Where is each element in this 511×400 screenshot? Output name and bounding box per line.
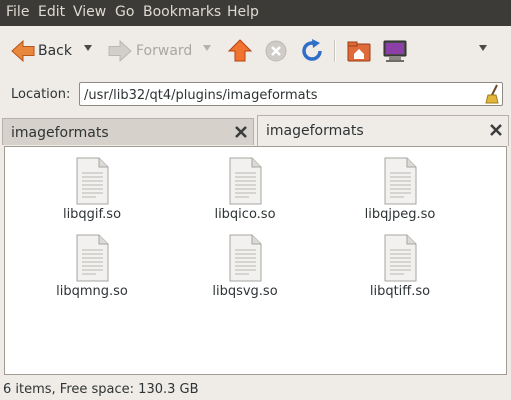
file-name: libqtiff.so bbox=[369, 284, 431, 299]
tab-imageformats-1[interactable]: imageformats bbox=[2, 118, 254, 145]
forward-arrow-icon bbox=[108, 39, 132, 63]
status-bar: 6 items, Free space: 130.3 GB bbox=[0, 378, 511, 400]
back-arrow-icon bbox=[11, 39, 35, 63]
overflow-dropdown-icon[interactable] bbox=[479, 45, 487, 51]
file-name: libqsvg.so bbox=[212, 284, 278, 299]
file-item[interactable]: libqjpeg.so bbox=[340, 157, 460, 227]
tab-imageformats-2[interactable]: imageformats bbox=[257, 115, 509, 146]
text-file-icon bbox=[384, 157, 417, 205]
tab-bar: imageformats imageformats bbox=[0, 115, 511, 146]
menu-go[interactable]: Go bbox=[115, 4, 134, 20]
close-icon[interactable] bbox=[489, 123, 503, 137]
tab-label: imageformats bbox=[11, 125, 109, 141]
stop-icon bbox=[265, 40, 287, 62]
close-icon[interactable] bbox=[234, 125, 248, 139]
menu-help[interactable]: Help bbox=[227, 4, 259, 20]
forward-history-dropdown-icon bbox=[203, 45, 211, 51]
file-item[interactable]: libqmng.so bbox=[32, 234, 152, 304]
home-folder-icon[interactable] bbox=[346, 38, 372, 64]
toolbar-separator bbox=[334, 40, 335, 62]
text-file-icon bbox=[229, 234, 262, 282]
toolbar: Back Forward bbox=[0, 26, 511, 76]
location-label: Location: bbox=[11, 87, 71, 102]
location-bar: Location: bbox=[0, 78, 511, 110]
text-file-icon bbox=[384, 234, 417, 282]
menu-view[interactable]: View bbox=[73, 4, 106, 20]
file-item[interactable]: libqico.so bbox=[185, 157, 305, 227]
menu-bar: File Edit View Go Bookmarks Help bbox=[0, 0, 511, 26]
file-name: libqico.so bbox=[214, 207, 276, 222]
reload-icon[interactable] bbox=[299, 38, 325, 64]
location-input[interactable] bbox=[79, 82, 503, 106]
menu-edit[interactable]: Edit bbox=[38, 4, 65, 20]
tab-label: imageformats bbox=[266, 123, 364, 139]
text-file-icon bbox=[76, 157, 109, 205]
up-arrow-icon[interactable] bbox=[227, 38, 253, 64]
computer-icon[interactable] bbox=[382, 38, 408, 64]
text-file-icon bbox=[229, 157, 262, 205]
file-name: libqmng.so bbox=[56, 284, 128, 299]
text-file-icon bbox=[76, 234, 109, 282]
file-item[interactable]: libqsvg.so bbox=[185, 234, 305, 304]
status-text: 6 items, Free space: 130.3 GB bbox=[3, 382, 199, 397]
file-item[interactable]: libqgif.so bbox=[32, 157, 152, 227]
clear-broom-icon[interactable] bbox=[485, 84, 501, 104]
menu-bookmarks[interactable]: Bookmarks bbox=[143, 4, 221, 20]
menu-file[interactable]: File bbox=[6, 4, 29, 20]
file-name: libqgif.so bbox=[62, 207, 122, 222]
forward-label: Forward bbox=[136, 43, 193, 59]
file-item[interactable]: libqtiff.so bbox=[340, 234, 460, 304]
back-history-dropdown-icon[interactable] bbox=[84, 45, 92, 51]
file-view[interactable]: libqgif.so libqico.so libqjpeg.so libqmn… bbox=[4, 146, 507, 375]
file-name: libqjpeg.so bbox=[364, 207, 436, 222]
back-label: Back bbox=[38, 43, 72, 59]
